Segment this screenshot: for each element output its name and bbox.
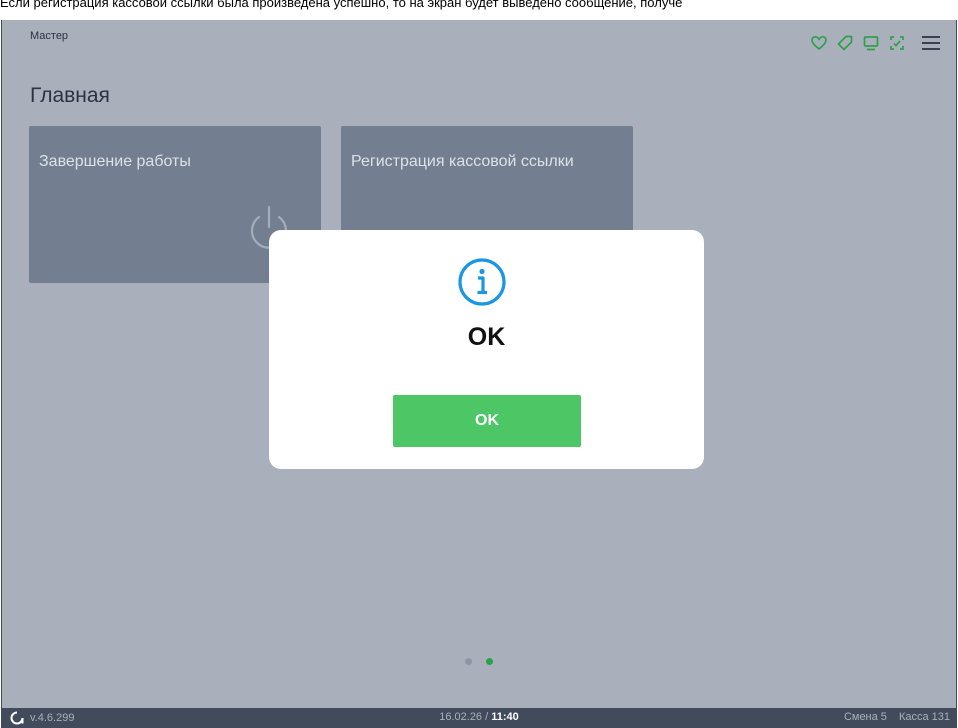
monitor-icon[interactable] <box>862 34 880 52</box>
device-frame: Мастер Главная Завершение работы Регистр… <box>1 20 957 728</box>
tile-label: Завершение работы <box>39 153 191 170</box>
mode-label: Мастер <box>30 30 69 42</box>
status-bar: v.4.6.299 16.02.26 / 11:40 Смена 5 Касса… <box>2 708 956 728</box>
pagination-dots <box>2 658 956 665</box>
status-right: Смена 5 Касса 131 <box>844 711 950 723</box>
datetime: 16.02.26 / 11:40 <box>2 711 956 723</box>
tile-label: Регистрация кассовой ссылки <box>351 153 574 170</box>
page-dot[interactable] <box>465 658 472 665</box>
shift-text: Смена 5 <box>843 711 887 723</box>
dialog-message: OK <box>467 323 506 351</box>
main-screen: Мастер Главная Завершение работы Регистр… <box>2 20 956 708</box>
page-dot-active[interactable] <box>486 658 493 665</box>
info-icon <box>458 258 506 306</box>
ok-button[interactable]: OK <box>393 395 581 447</box>
register-text: Касса 131 <box>898 711 950 723</box>
message-dialog: OK OK <box>269 230 704 469</box>
page-caption: Если регистрация кассовой ссылки была пр… <box>0 0 683 10</box>
tag-icon[interactable] <box>836 34 854 52</box>
heart-icon[interactable] <box>810 34 828 52</box>
scan-icon[interactable] <box>888 34 906 52</box>
menu-icon[interactable] <box>920 34 942 52</box>
date-text: 16.02.26 / <box>439 711 489 723</box>
top-icons <box>810 34 942 52</box>
page-title: Главная <box>30 84 110 107</box>
time-text: 11:40 <box>491 711 519 723</box>
